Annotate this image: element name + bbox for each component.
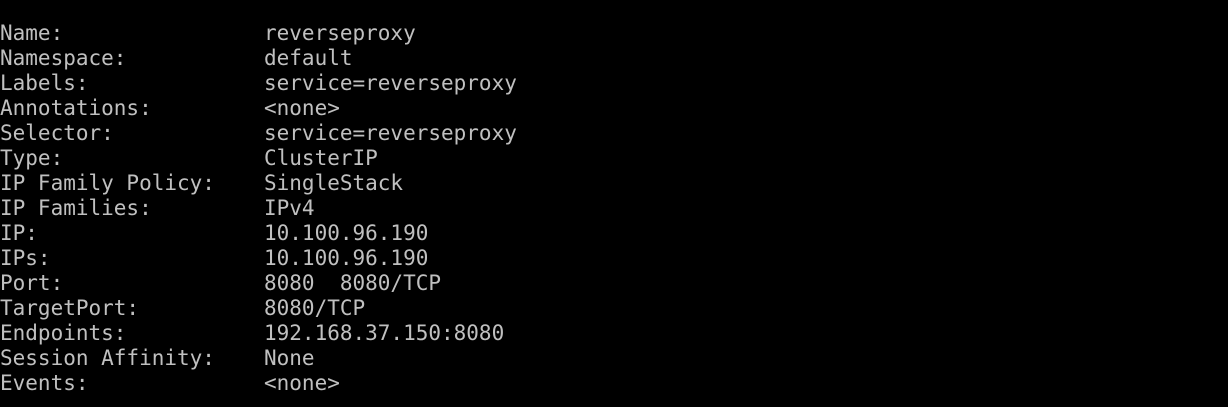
line-labels: Labels: service=reverseproxy	[0, 71, 1228, 96]
field-value: service=reverseproxy	[264, 71, 517, 95]
field-key: Annotations:	[0, 96, 152, 120]
field-key: IP Families:	[0, 196, 152, 220]
field-value: IPv4	[264, 196, 315, 220]
field-key: Session Affinity:	[0, 346, 215, 370]
line-type: Type: ClusterIP	[0, 146, 1228, 171]
field-key: Labels:	[0, 71, 89, 95]
line-annotations: Annotations: <none>	[0, 96, 1228, 121]
field-value: None	[264, 346, 315, 370]
field-value: SingleStack	[264, 171, 404, 195]
line-ip-families: IP Families: IPv4	[0, 196, 1228, 221]
field-value: <none>	[264, 96, 340, 120]
field-key: Name:	[0, 21, 64, 45]
field-value: 10.100.96.190	[264, 246, 429, 270]
field-value: reverseproxy	[264, 21, 416, 45]
field-value: service=reverseproxy	[264, 121, 517, 145]
line-events: Events: <none>	[0, 371, 1228, 396]
line-session-affinity: Session Affinity: None	[0, 346, 1228, 371]
field-value: 8080/TCP	[264, 296, 366, 320]
line-endpoints: Endpoints: 192.168.37.150:8080	[0, 321, 1228, 346]
field-key: Namespace:	[0, 46, 127, 70]
field-key: Selector:	[0, 121, 114, 145]
line-selector: Selector: service=reverseproxy	[0, 121, 1228, 146]
terminal-window[interactable]: Name: reverseproxy Namespace: default La…	[0, 0, 1228, 407]
line-namespace: Namespace: default	[0, 46, 1228, 71]
line-port: Port: 8080 8080/TCP	[0, 271, 1228, 296]
field-key: TargetPort:	[0, 296, 140, 320]
field-value: default	[264, 46, 353, 70]
field-key: Events:	[0, 371, 89, 395]
line-ips: IPs: 10.100.96.190	[0, 246, 1228, 271]
line-ip-family-policy: IP Family Policy: SingleStack	[0, 171, 1228, 196]
field-key: IPs:	[0, 246, 51, 270]
field-value: ClusterIP	[264, 146, 378, 170]
line-ip: IP: 10.100.96.190	[0, 221, 1228, 246]
field-value: 192.168.37.150:8080	[264, 321, 505, 345]
field-value: 10.100.96.190	[264, 221, 429, 245]
field-value: 8080 8080/TCP	[264, 271, 442, 295]
field-key: Endpoints:	[0, 321, 127, 345]
field-key: Port:	[0, 271, 64, 295]
field-value: <none>	[264, 371, 340, 395]
line-name: Name: reverseproxy	[0, 21, 1228, 46]
field-key: Type:	[0, 146, 64, 170]
line-target-port: TargetPort: 8080/TCP	[0, 296, 1228, 321]
field-key: IP:	[0, 221, 38, 245]
field-key: IP Family Policy:	[0, 171, 215, 195]
